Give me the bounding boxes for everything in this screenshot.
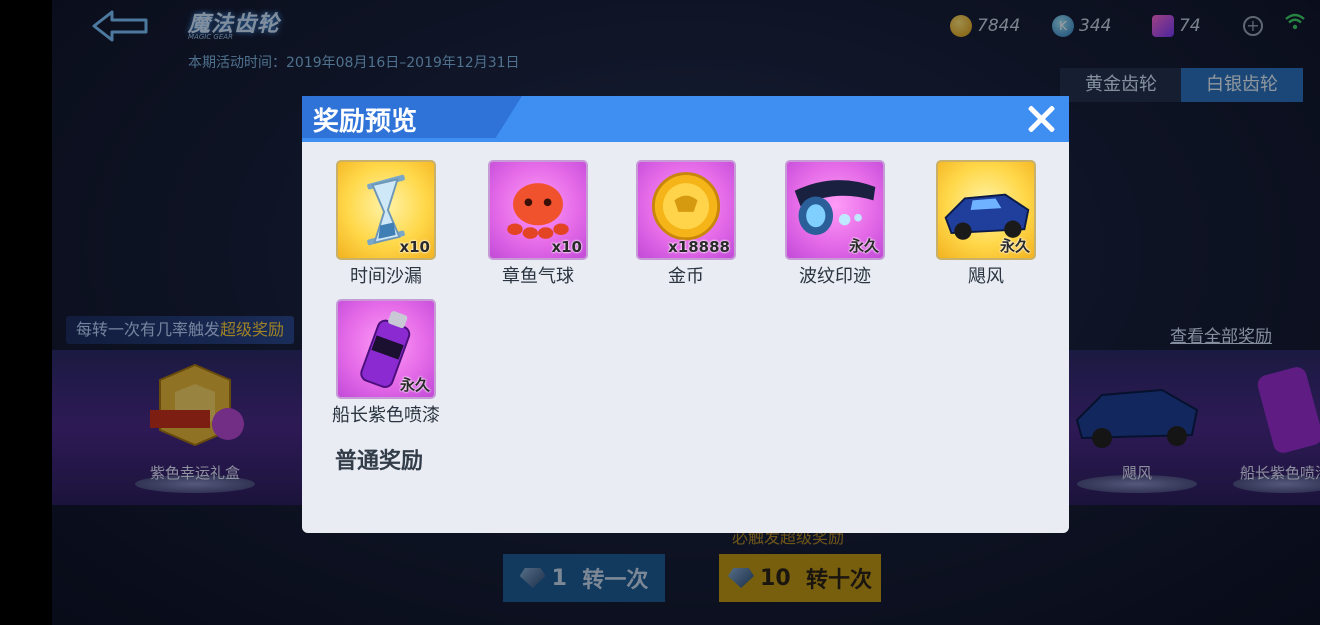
reward-card: 永久 bbox=[336, 299, 436, 399]
reward-card: 永久 bbox=[785, 160, 885, 260]
reward-item-ripple-trail[interactable]: 永久 波纹印迹 bbox=[780, 160, 890, 288]
dialog-title: 奖励预览 bbox=[313, 107, 418, 137]
close-icon[interactable] bbox=[1024, 102, 1058, 136]
reward-card: 永久 bbox=[936, 160, 1036, 260]
reward-name: 飓风 bbox=[968, 266, 1004, 287]
reward-card: x10 bbox=[488, 160, 588, 260]
reward-name: 金币 bbox=[668, 266, 704, 287]
reward-qty: x10 bbox=[399, 238, 430, 256]
reward-qty: 永久 bbox=[848, 237, 879, 255]
dialog-header: 奖励预览 bbox=[302, 96, 1069, 142]
reward-card: x10 bbox=[336, 160, 436, 260]
reward-item-hourglass[interactable]: x10 时间沙漏 bbox=[331, 160, 441, 288]
reward-qty: x18888 bbox=[668, 238, 730, 256]
reward-name: 船长紫色喷漆 bbox=[332, 405, 440, 426]
reward-qty: 永久 bbox=[399, 376, 430, 394]
reward-preview-dialog: 奖励预览 x10 时间沙漏 x10 章鱼气球 x18888 金币 永久 波纹印迹… bbox=[302, 96, 1069, 533]
normal-rewards-label: 普通奖励 bbox=[335, 449, 424, 474]
reward-qty: 永久 bbox=[999, 237, 1030, 255]
reward-name: 波纹印迹 bbox=[799, 266, 871, 287]
reward-item-spray-paint[interactable]: 永久 船长紫色喷漆 bbox=[331, 299, 441, 427]
reward-name: 时间沙漏 bbox=[350, 266, 422, 287]
reward-item-octopus-balloon[interactable]: x10 章鱼气球 bbox=[483, 160, 593, 288]
reward-item-kart[interactable]: 永久 飓风 bbox=[931, 160, 1041, 288]
reward-qty: x10 bbox=[551, 238, 582, 256]
reward-name: 章鱼气球 bbox=[502, 266, 574, 287]
left-black-bar bbox=[0, 0, 52, 625]
reward-item-gold-coin[interactable]: x18888 金币 bbox=[631, 160, 741, 288]
reward-card: x18888 bbox=[636, 160, 736, 260]
